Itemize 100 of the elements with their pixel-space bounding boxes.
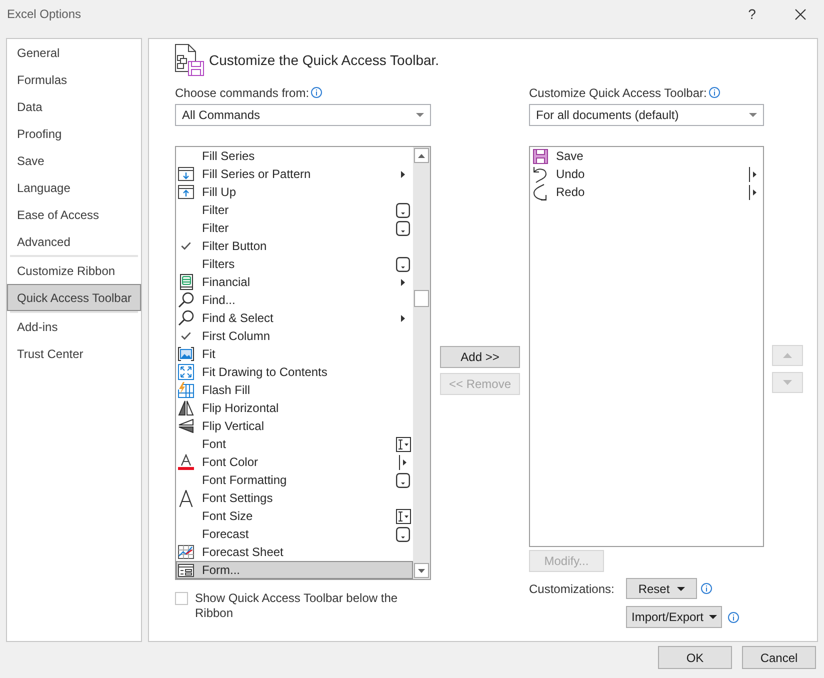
sidebar-item[interactable]: Formulas — [7, 66, 141, 93]
down-arrow-icon — [783, 380, 792, 385]
dialog-button[interactable]: OK — [658, 646, 732, 669]
up-arrow-icon — [418, 154, 425, 158]
expand-arrows-icon — [178, 364, 194, 380]
sidebar-item[interactable]: Save — [7, 147, 141, 174]
close-icon — [794, 8, 806, 20]
command-item[interactable]: Find & Select — [176, 309, 413, 327]
info-icon[interactable] — [701, 583, 712, 594]
document-toolbar-icon — [175, 44, 204, 76]
command-item[interactable]: Filters — [176, 255, 413, 273]
split-arrow-icon — [749, 184, 757, 200]
dropdown[interactable]: All Commands — [175, 104, 431, 126]
import-export-button[interactable]: Import/Export — [626, 606, 722, 628]
dropdown[interactable]: For all documents (default) — [529, 104, 764, 126]
dropdown-box-icon — [396, 220, 410, 236]
info-icon[interactable] — [311, 87, 322, 98]
submenu-arrow-icon — [401, 278, 405, 286]
command-item[interactable]: Flash Fill — [176, 381, 413, 399]
command-item[interactable]: Fill Series or Pattern — [176, 165, 413, 183]
sidebar-item[interactable]: Customize Ribbon — [7, 257, 141, 284]
toolbar-item[interactable]: Save — [530, 147, 763, 165]
undo-arrow-icon — [533, 166, 547, 182]
flash-fill-icon — [178, 382, 194, 398]
chart-icon — [178, 545, 194, 559]
add-button[interactable]: Add >> — [440, 346, 520, 368]
font-color-icon — [178, 454, 194, 470]
field-label: Choose commands from: — [175, 84, 310, 102]
info-icon[interactable] — [728, 612, 739, 622]
sidebar-item[interactable]: Proofing — [7, 120, 141, 147]
sidebar-item[interactable]: Advanced — [7, 228, 141, 255]
field-label: Customize Quick Access Toolbar: — [529, 84, 707, 102]
caret-down-icon — [708, 615, 717, 619]
combo-box-icon — [396, 508, 410, 524]
up-arrow-icon — [783, 353, 792, 358]
letter-a-icon — [179, 490, 193, 506]
dropdown-box-icon — [396, 202, 410, 218]
check-icon — [181, 332, 191, 340]
command-item[interactable]: Filter — [176, 201, 413, 219]
command-item[interactable]: Filter — [176, 219, 413, 237]
info-icon[interactable] — [708, 87, 720, 98]
split-arrow-icon — [399, 454, 407, 470]
command-item[interactable]: Font Color — [176, 453, 413, 471]
dropdown-box-icon — [396, 256, 410, 272]
fill-up-icon — [178, 185, 194, 199]
command-item[interactable]: Fill Series — [176, 147, 413, 165]
fill-down-icon — [178, 167, 194, 181]
help-button[interactable]: ? — [740, 3, 764, 25]
command-item[interactable]: Font Formatting — [176, 471, 413, 489]
toolbar-item[interactable]: Redo — [530, 183, 763, 201]
submenu-arrow-icon — [401, 170, 405, 178]
command-item[interactable]: Filter Button — [176, 237, 413, 255]
sidebar-item[interactable]: Language — [7, 174, 141, 201]
combo-box-icon — [396, 436, 410, 452]
flip-vertical-icon — [178, 419, 194, 433]
command-item[interactable]: Financial — [176, 273, 413, 291]
dropdown-box-icon — [396, 472, 410, 488]
magnifier-icon — [178, 310, 194, 326]
submenu-arrow-icon — [401, 314, 405, 322]
command-item[interactable]: Font Size — [176, 507, 413, 525]
command-item[interactable]: Forecast — [176, 525, 413, 543]
command-item[interactable]: Font Settings — [176, 489, 413, 507]
reset-button[interactable]: Reset — [626, 578, 697, 599]
command-item[interactable]: Fit — [176, 345, 413, 363]
sidebar-item[interactable]: Trust Center — [7, 340, 141, 367]
picture-icon — [178, 347, 194, 361]
sidebar-item[interactable]: Add-ins — [7, 313, 141, 340]
sidebar-item[interactable]: General — [7, 39, 141, 66]
redo-arrow-icon — [533, 184, 547, 200]
command-item[interactable]: Find... — [176, 291, 413, 309]
scroll-down-button[interactable] — [414, 563, 429, 578]
command-item[interactable]: Form... — [176, 561, 413, 579]
caret-down-icon — [749, 113, 757, 117]
command-item[interactable]: Forecast Sheet — [176, 543, 413, 561]
customizations-label: Customizations: — [529, 580, 616, 598]
scrollbar[interactable] — [413, 147, 430, 579]
dropdown-box-icon — [396, 526, 410, 542]
command-item[interactable]: Font — [176, 435, 413, 453]
flip-horizontal-icon — [178, 400, 194, 416]
command-item[interactable]: First Column — [176, 327, 413, 345]
checkbox-label[interactable]: Show Quick Access Toolbar below the Ribbon — [195, 591, 420, 621]
toolbar-item[interactable]: Undo — [530, 165, 763, 183]
page-heading: Customize the Quick Access Toolbar. — [209, 50, 440, 70]
sidebar-item[interactable]: Quick Access Toolbar — [7, 284, 141, 311]
checkbox[interactable] — [175, 592, 188, 605]
scroll-up-button[interactable] — [414, 148, 429, 163]
split-arrow-icon — [749, 166, 757, 182]
command-item[interactable]: Fill Up — [176, 183, 413, 201]
scrollbar-thumb[interactable] — [414, 290, 429, 307]
check-icon — [181, 242, 191, 250]
command-item[interactable]: Fit Drawing to Contents — [176, 363, 413, 381]
sidebar-item[interactable]: Ease of Access — [7, 201, 141, 228]
window-title: Excel Options — [7, 6, 82, 23]
form-icon — [178, 564, 194, 576]
dialog-button[interactable]: Cancel — [742, 646, 816, 669]
command-item[interactable]: Flip Vertical — [176, 417, 413, 435]
command-item[interactable]: Flip Horizontal — [176, 399, 413, 417]
caret-down-icon — [676, 586, 685, 590]
sidebar-item[interactable]: Data — [7, 93, 141, 120]
ledger-icon — [180, 274, 192, 290]
